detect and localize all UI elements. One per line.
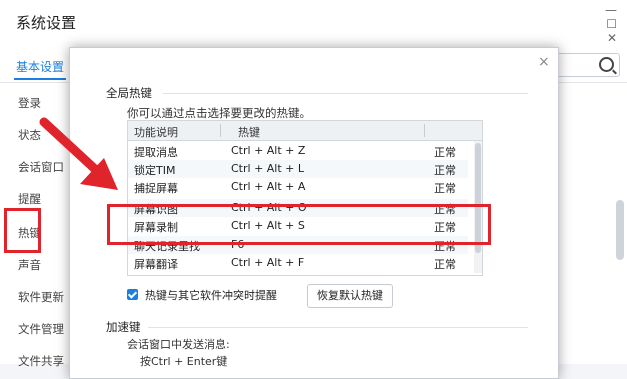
- annotation-arrow-icon: [39, 117, 118, 190]
